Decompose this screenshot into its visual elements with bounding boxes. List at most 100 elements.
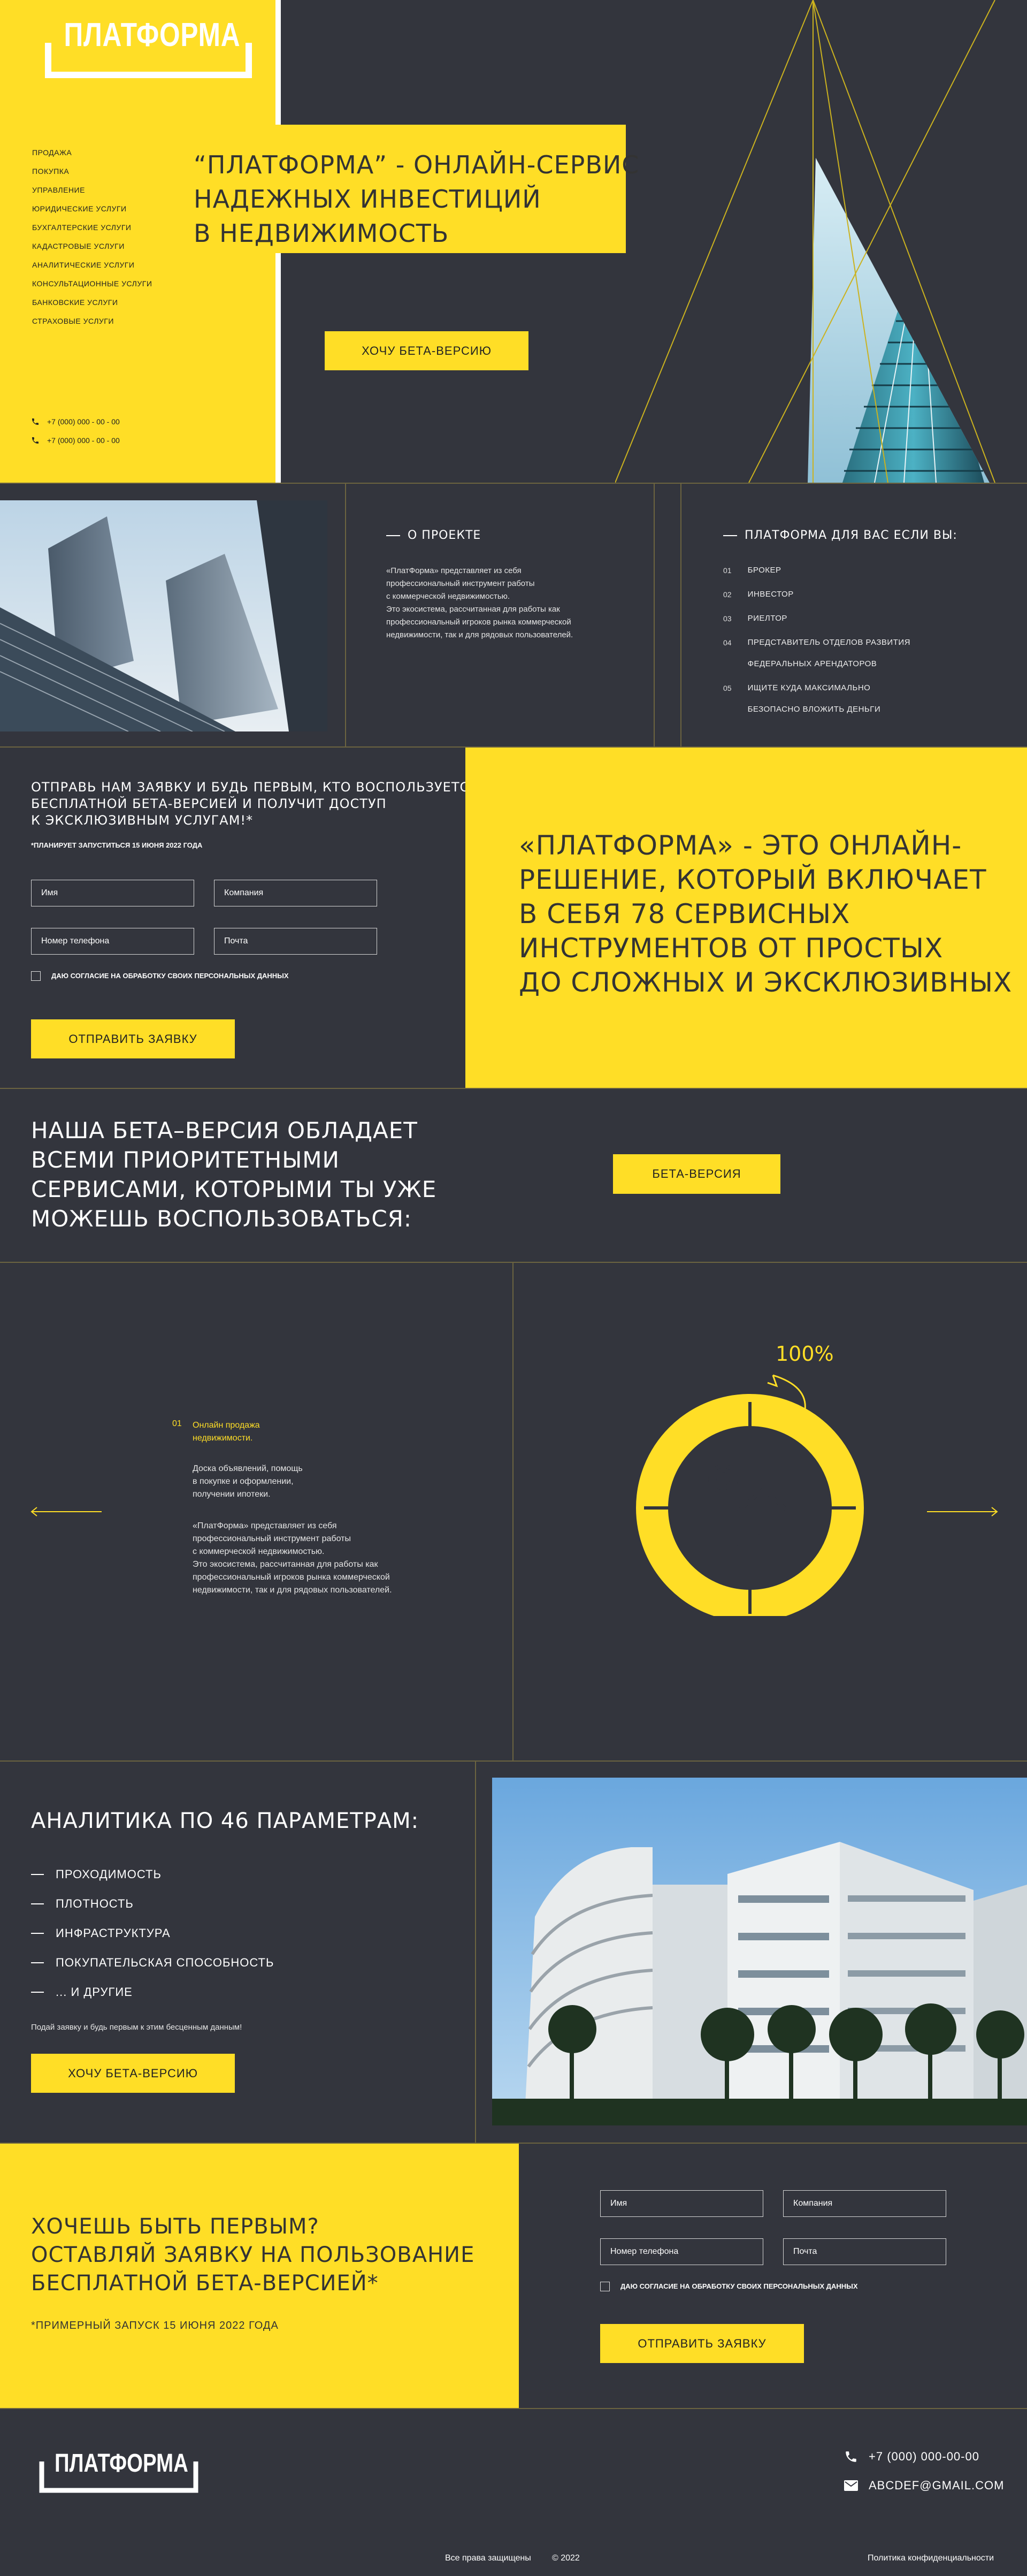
nav-item-cadastral[interactable]: КАДАСТРОВЫЕ УСЛУГИ [32,242,125,250]
about-text-line: недвижимости, так и для рядовых пользова… [386,630,573,639]
form2-phone-input[interactable] [600,2238,763,2265]
solution-line: В СЕБЯ 78 СЕРВИСНЫХ [519,898,850,929]
nav-item-accounting[interactable]: БУХГАЛТЕРСКИЕ УСЛУГИ [32,223,131,232]
audience-item: 01 БРОКЕР [723,560,1001,581]
form1-consent-checkbox[interactable] [31,971,41,981]
footer-logo[interactable]: ПЛАТФОРМА [39,2445,199,2494]
form1-title-line: К ЭКСКЛЮЗИВНЫМ УСЛУГАМ!* [31,813,254,828]
analytics-list: ПРОХОДИМОСТЬ ПЛОТНОСТЬ ИНФРАСТРУКТУРА ПО… [31,1859,274,2007]
phone-row-2[interactable]: +7 (000) 000 - 00 - 00 [31,436,120,445]
nav-item-banking[interactable]: БАНКОВСКИЕ УСЛУГИ [32,298,118,307]
nav-item-insurance[interactable]: СТРАХОВЫЕ УСЛУГИ [32,317,114,325]
analytics-item-label: ИНФРАСТРУКТУРА [56,1926,171,1940]
footer-year: © 2022 [552,2554,580,2563]
audience-label: ИЩИТЕ КУДА МАКСИМАЛЬНО [747,683,871,692]
analytics-item-label: ... И ДРУГИЕ [56,1985,133,1999]
audience-label: РИЕЛТОР [747,614,787,623]
slider-prev-arrow-icon[interactable] [29,1506,104,1517]
slide-text-line: недвижимости, так и для рядовых пользова… [193,1586,392,1595]
phone-icon [32,418,39,425]
solution-line: ДО СЛОЖНЫХ И ЭКСКЛЮЗИВНЫХ [519,967,1013,998]
building-photo-graphic [0,500,327,731]
about-text-line: «ПлатФорма» представляет из себя [386,566,522,575]
hero-skyscraper-graphic [615,0,995,483]
form1-company-input[interactable] [214,880,377,906]
section-divider [0,1088,1027,1089]
form1-note: *ПЛАНИРУЕТ ЗАПУСТИТЬСЯ 15 ИЮНЯ 2022 ГОДА [31,841,203,849]
section-divider [345,483,346,746]
form1-phone-input[interactable] [31,928,194,955]
audience-heading: ПЛАТФОРМА ДЛЯ ВАС ЕСЛИ ВЫ: [745,529,957,542]
nav-item-analytics[interactable]: АНАЛИТИЧЕСКИЕ УСЛУГИ [32,261,134,269]
nav-item-legal[interactable]: ЮРИДИЧЕСКИЕ УСЛУГИ [32,204,127,213]
audience-item: 05 ИЩИТЕ КУДА МАКСИМАЛЬНО БЕЗОПАСНО ВЛОЖИТ… [723,677,1001,720]
form2-consent-checkbox[interactable] [600,2282,610,2291]
footer-phone[interactable]: +7 (000) 000-00-00 [844,2450,979,2464]
form1-email-input[interactable] [214,928,377,955]
audience-label: БРОКЕР [747,566,781,575]
form2-email-input[interactable] [783,2238,946,2265]
analytics-item: ИНФРАСТРУКТУРА [31,1918,274,1948]
hero-title-line-2: НАДЕЖНЫХ ИНВЕСТИЦИЙ [194,185,541,214]
beta-title-line: НАША БЕТА–ВЕРСИЯ ОБЛАДАЕТ [31,1117,418,1144]
slide-text-line: профессиональный игроков рынка коммерчес… [193,1573,390,1582]
analytics-heading: АНАЛИТИКА ПО 46 ПАРАМЕТРАМ: [31,1809,419,1833]
analytics-item: ... И ДРУГИЕ [31,1977,274,2007]
logo[interactable]: ПЛАТФОРМА [43,16,254,79]
nav-item-buy[interactable]: ПОКУПКА [32,167,69,176]
footer-phone-text: +7 (000) 000-00-00 [869,2450,979,2463]
slide-text-line: с коммерческой недвижимостью. [193,1547,325,1556]
form2-company-input[interactable] [783,2190,946,2217]
logo-text: ПЛАТФОРМА [64,17,241,54]
section-divider [0,2408,1027,2409]
form2-note: *ПРИМЕРНЫЙ ЗАПУСК 15 ИЮНЯ 2022 ГОДА [31,2320,279,2331]
solution-line: РЕШЕНИЕ, КОТОРЫЙ ВКЛЮЧАЕТ [519,864,987,895]
nav-item-consulting[interactable]: КОНСУЛЬТАЦИОННЫЕ УСЛУГИ [32,279,152,288]
audience-label-block: ПРЕДСТАВИТЕЛЬ ОТДЕЛОВ РАЗВИТИЯ ФЕДЕРАЛЬНЫ… [748,632,910,675]
form2-submit-button[interactable]: ОТПРАВИТЬ ЗАЯВКУ [600,2324,804,2363]
slide-title: Онлайн продажа недвижимости. [193,1419,260,1445]
form1-submit-button[interactable]: ОТПРАВИТЬ ЗАЯВКУ [31,1019,235,1058]
about-dash [386,535,400,536]
audience-item: 03 РИЕЛТОР [723,608,1001,629]
about-text-line: профессиональный инструмент работы [386,579,535,588]
analytics-cta-button[interactable]: ХОЧУ БЕТА-ВЕРСИЮ [31,2054,235,2093]
beta-version-button[interactable]: БЕТА-ВЕРСИЯ [613,1154,780,1194]
building-photo-1 [0,500,327,731]
audience-label-block: ИЩИТЕ КУДА МАКСИМАЛЬНО БЕЗОПАСНО ВЛОЖИТЬ … [748,677,881,720]
footer-privacy-link[interactable]: Политика конфиденциальности [868,2554,994,2563]
list-dash [31,1932,44,1934]
beta-title-line: СЕРВИСАМИ, КОТОРЫМИ ТЫ УЖЕ [31,1176,437,1202]
slide-title-line: Онлайн продажа [193,1421,260,1430]
solution-line: «ПЛАТФОРМА» - ЭТО ОНЛАЙН- [519,830,962,861]
slide-num: 01 [172,1419,182,1428]
phone-icon [32,437,39,444]
analytics-item-label: ПРОХОДИМОСТЬ [56,1867,162,1881]
nav-item-sale[interactable]: ПРОДАЖА [32,148,72,157]
hero-cta-button[interactable]: ХОЧУ БЕТА-ВЕРСИЮ [325,331,528,370]
hero-title: “ПЛАТФОРМА” - ОНЛАЙН-СЕРВИС НАДЕЖНЫХ ИНВ… [194,148,639,250]
analytics-note: Подай заявку и будь первым к этим бесцен… [31,2023,242,2032]
hero-title-line-1: “ПЛАТФОРМА” - ОНЛАЙН-СЕРВИС [194,150,640,179]
slide-text: «ПлатФорма» представляет из себя професс… [193,1520,392,1597]
slider-next-arrow-icon[interactable] [924,1506,999,1517]
slide-text-line: «ПлатФорма» представляет из себя [193,1521,337,1530]
footer-email[interactable]: ABCDEF@GMAIL.COM [844,2479,1004,2493]
form1-name-input[interactable] [31,880,194,906]
section-divider [0,1760,1027,1762]
section-divider [0,1262,1027,1263]
phone-text-2: +7 (000) 000 - 00 - 00 [47,436,120,445]
slide-text-line: профессиональный инструмент работы [193,1534,351,1543]
list-dash [31,1903,44,1904]
beta-title-line: МОЖЕШЬ ВОСПОЛЬЗОВАТЬСЯ: [31,1206,412,1232]
progress-percent: 100% [776,1342,834,1366]
list-num: 04 [723,638,732,647]
list-num: 05 [723,684,732,692]
building-photo-graphic [492,1778,1027,2125]
nav-item-management[interactable]: УПРАВЛЕНИЕ [32,186,85,194]
analytics-item-label: ПОКУПАТЕЛЬСКАЯ СПОСОБНОСТЬ [56,1955,274,1969]
audience-label: ИНВЕСТОР [747,590,794,599]
phone-row-1[interactable]: +7 (000) 000 - 00 - 00 [31,417,120,426]
form2-name-input[interactable] [600,2190,763,2217]
solution-line: ИНСТРУМЕНТОВ ОТ ПРОСТЫХ [519,933,944,964]
